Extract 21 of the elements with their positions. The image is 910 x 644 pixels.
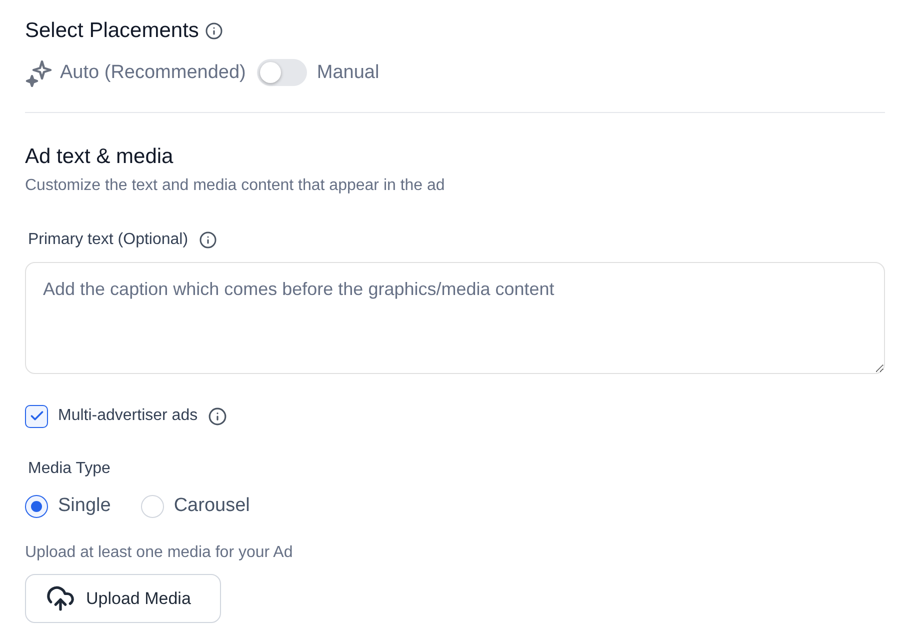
manual-option-label: Manual — [316, 60, 380, 84]
sparkle-icon — [25, 58, 53, 86]
section-title: Select Placements — [25, 18, 199, 44]
radio-label: Carousel — [174, 494, 250, 518]
upload-media-button[interactable]: Upload Media — [25, 574, 221, 623]
section-title: Ad text & media — [25, 144, 174, 170]
checkbox[interactable] — [25, 404, 48, 428]
info-icon[interactable] — [208, 406, 227, 426]
field-label: Primary text (Optional) — [28, 230, 188, 250]
field-label: Media Type — [27, 459, 110, 479]
placement-toggle[interactable] — [256, 59, 307, 86]
upload-hint: Upload at least one media for your Ad — [25, 543, 293, 563]
radio-button[interactable] — [25, 494, 48, 518]
auto-option-label: Auto (Recommended) — [60, 60, 246, 84]
checkbox-label: Multi-advertiser ads — [58, 406, 198, 426]
radio-label: Single — [58, 494, 111, 518]
info-icon[interactable] — [204, 22, 223, 40]
cloud-upload-icon — [46, 584, 75, 613]
info-icon[interactable] — [199, 231, 218, 249]
section-subtitle: Customize the text and media content that appear in the ad — [25, 176, 445, 196]
primary-text-field[interactable]: Add the caption which comes before the graphics/media content — [25, 262, 885, 374]
